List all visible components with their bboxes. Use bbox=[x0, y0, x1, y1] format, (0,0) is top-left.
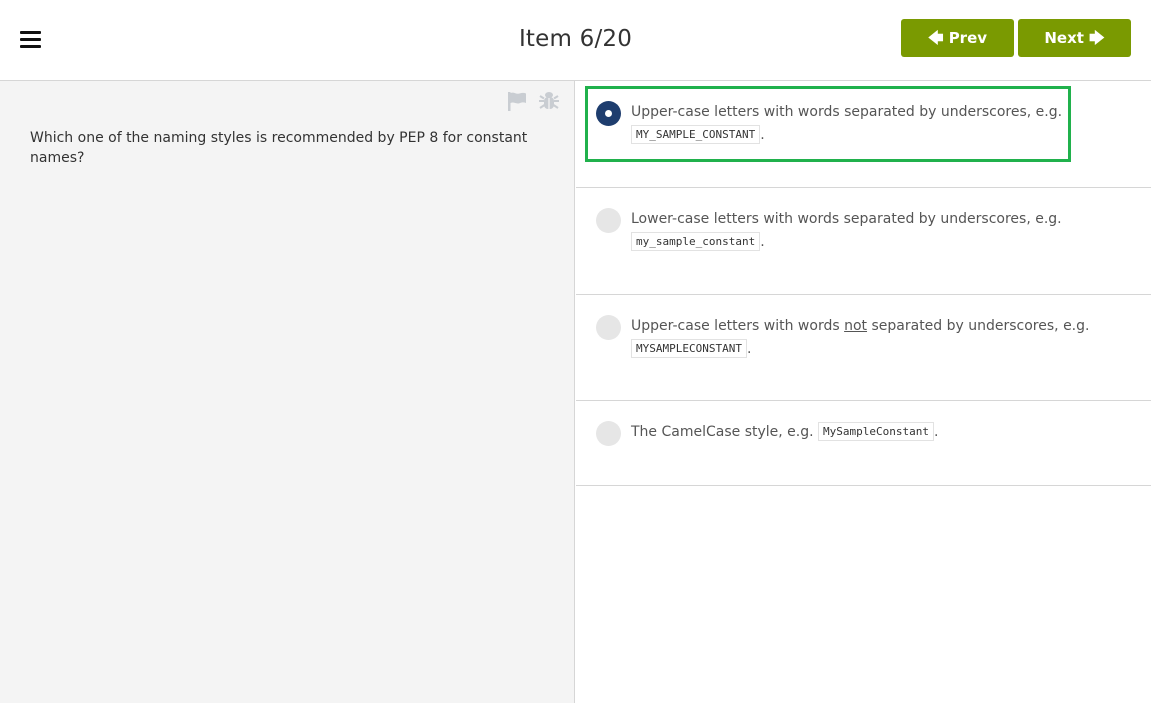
code-sample: MYSAMPLECONSTANT bbox=[631, 339, 747, 358]
option-text: Upper-case letters with words separated … bbox=[631, 101, 1131, 147]
option-punctuation: . bbox=[760, 234, 765, 250]
code-sample: my_sample_constant bbox=[631, 232, 761, 251]
radio-button-selected[interactable] bbox=[596, 101, 621, 126]
option-label: Upper-case letters with words bbox=[631, 318, 845, 334]
arrow-left-icon: 🡄 bbox=[927, 29, 944, 47]
option-text: Upper-case letters with words not separa… bbox=[631, 315, 1131, 361]
next-button[interactable]: Next 🡆 bbox=[1018, 19, 1131, 57]
option-label: Lower-case letters with words separated … bbox=[631, 211, 1062, 227]
option-emphasis: not bbox=[844, 318, 868, 334]
option-label-continued: separated by underscores, e.g. bbox=[867, 318, 1090, 334]
option-label: The CamelCase style, e.g. bbox=[631, 424, 819, 440]
option-punctuation: . bbox=[746, 341, 752, 357]
next-button-label: Next bbox=[1044, 29, 1084, 47]
radio-button[interactable] bbox=[596, 208, 621, 233]
answer-option-3[interactable]: Upper-case letters with words not separa… bbox=[576, 295, 1151, 401]
answer-option-1[interactable]: Upper-case letters with words separated … bbox=[576, 81, 1151, 188]
bug-icon[interactable] bbox=[538, 90, 560, 112]
radio-button[interactable] bbox=[596, 315, 621, 340]
option-text: Lower-case letters with words separated … bbox=[631, 208, 1131, 254]
question-text: Which one of the naming styles is recomm… bbox=[30, 130, 528, 166]
answer-options-pane: Upper-case letters with words separated … bbox=[576, 81, 1151, 703]
header-bar: Item 6/20 🡄 Prev Next 🡆 bbox=[0, 0, 1151, 81]
code-sample: MySampleConstant bbox=[818, 422, 934, 441]
arrow-right-icon: 🡆 bbox=[1089, 29, 1105, 47]
prev-button[interactable]: 🡄 Prev bbox=[901, 19, 1014, 57]
answer-option-2[interactable]: Lower-case letters with words separated … bbox=[576, 188, 1151, 295]
answer-option-4[interactable]: The CamelCase style, e.g. MySampleConsta… bbox=[576, 401, 1151, 486]
option-label: Upper-case letters with words separated … bbox=[631, 104, 1063, 120]
radio-button[interactable] bbox=[596, 421, 621, 446]
code-sample: MY_SAMPLE_CONSTANT bbox=[631, 125, 761, 144]
option-punctuation: . bbox=[934, 424, 939, 440]
option-punctuation: . bbox=[760, 127, 765, 143]
prev-button-label: Prev bbox=[948, 29, 988, 47]
question-pane: Which one of the naming styles is recomm… bbox=[0, 81, 575, 703]
flag-icon[interactable] bbox=[506, 90, 528, 112]
option-text: The CamelCase style, e.g. MySampleConsta… bbox=[631, 421, 1131, 444]
